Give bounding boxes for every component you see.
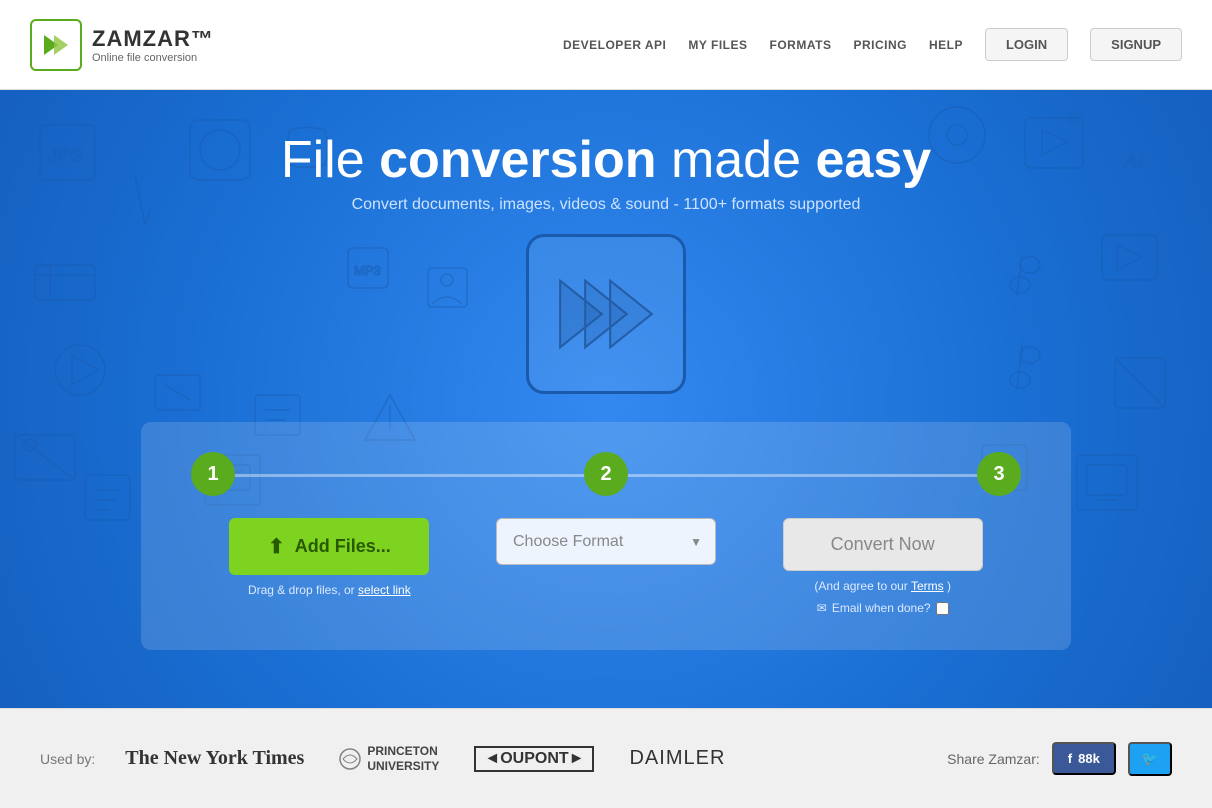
upload-icon: ⬆ xyxy=(268,534,285,559)
steps-actions: ⬆ Add Files... Drag & drop files, or sel… xyxy=(191,518,1021,615)
nav-developer-api[interactable]: DEVELOPER API xyxy=(563,38,666,52)
signup-button[interactable]: SIGNUP xyxy=(1090,28,1182,61)
step-2-number: 2 xyxy=(584,452,628,496)
svg-text:MP3: MP3 xyxy=(354,263,381,278)
daimler-logo: DAIMLER xyxy=(629,747,725,770)
logo-tagline: Online file conversion xyxy=(92,52,214,64)
email-checkbox[interactable] xyxy=(936,602,949,615)
svg-text:JPG: JPG xyxy=(48,146,83,166)
dupont-logo: ◄OUPONT► xyxy=(474,746,594,772)
format-dropdown-wrap: Choose Format MP4 MP3 PDF JPG PNG xyxy=(496,518,716,565)
terms-text: (And agree to our Terms ) xyxy=(814,579,951,593)
logo-name: ZAMZAR™ xyxy=(92,26,214,52)
twitter-icon: 🐦 xyxy=(1142,751,1158,766)
logo[interactable]: ZAMZAR™ Online file conversion xyxy=(30,19,214,71)
logo-text: ZAMZAR™ Online file conversion xyxy=(92,26,214,64)
select-link[interactable]: select link xyxy=(358,583,411,597)
nav-my-files[interactable]: MY FILES xyxy=(688,38,747,52)
logo-icon xyxy=(30,19,82,71)
step-1-number: 1 xyxy=(191,452,235,496)
steps-container: 1 2 3 ⬆ Add Files... Drag & drop files, … xyxy=(141,422,1071,650)
facebook-count: 88k xyxy=(1078,751,1100,766)
nyt-logo: The New York Times xyxy=(125,747,304,770)
step-3-number: 3 xyxy=(977,452,1021,496)
share-label: Share Zamzar: xyxy=(947,751,1040,767)
twitter-share-button[interactable]: 🐦 xyxy=(1128,742,1172,776)
steps-header: 1 2 3 xyxy=(191,452,1021,496)
convert-now-button[interactable]: Convert Now xyxy=(783,518,983,571)
add-files-button[interactable]: ⬆ Add Files... xyxy=(229,518,429,575)
login-button[interactable]: LOGIN xyxy=(985,28,1068,61)
nav-pricing[interactable]: PRICING xyxy=(853,38,907,52)
step-2-col: Choose Format MP4 MP3 PDF JPG PNG xyxy=(468,518,745,565)
nav-help[interactable]: HELP xyxy=(929,38,963,52)
used-by-label: Used by: xyxy=(40,751,95,767)
email-when-done: ✉ Email when done? xyxy=(817,601,949,615)
step-3-col: Convert Now (And agree to our Terms ) ✉ … xyxy=(744,518,1021,615)
facebook-share-button[interactable]: f 88k xyxy=(1052,742,1116,775)
svg-text:Ai: Ai xyxy=(1122,148,1144,173)
center-conversion-icon xyxy=(526,234,686,394)
header: ZAMZAR™ Online file conversion DEVELOPER… xyxy=(0,0,1212,90)
footer: Used by: The New York Times PRINCETONUNI… xyxy=(0,708,1212,808)
email-icon: ✉ xyxy=(817,601,827,615)
footer-brand-logos: The New York Times PRINCETONUNIVERSITY ◄… xyxy=(125,744,947,773)
choose-format-select[interactable]: Choose Format MP4 MP3 PDF JPG PNG xyxy=(496,518,716,565)
hero-title: File conversion made easy xyxy=(281,130,931,190)
step-1-col: ⬆ Add Files... Drag & drop files, or sel… xyxy=(191,518,468,597)
facebook-icon: f xyxy=(1068,751,1072,766)
share-section: Share Zamzar: f 88k 🐦 xyxy=(947,742,1172,776)
drag-drop-text: Drag & drop files, or select link xyxy=(248,583,411,597)
hero-subtitle: Convert documents, images, videos & soun… xyxy=(352,196,861,214)
princeton-logo: PRINCETONUNIVERSITY xyxy=(339,744,439,773)
terms-link[interactable]: Terms xyxy=(911,579,944,593)
nav-formats[interactable]: FORMATS xyxy=(770,38,832,52)
hero-section: JPG MP3 xyxy=(0,90,1212,708)
main-nav: DEVELOPER API MY FILES FORMATS PRICING H… xyxy=(563,28,1182,61)
